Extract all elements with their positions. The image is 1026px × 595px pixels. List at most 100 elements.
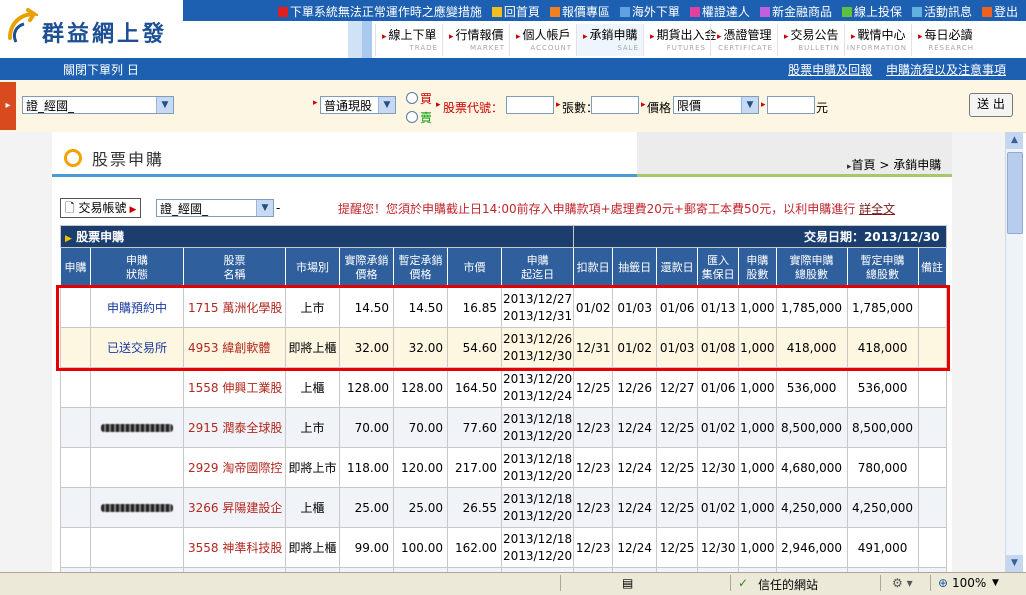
column-header-text: 申購 股數 xyxy=(746,253,769,281)
cell-draw: 12/26 xyxy=(612,367,658,408)
cell-tentative-text: 25.00 xyxy=(408,500,443,515)
top-link-8[interactable]: 登出 xyxy=(981,3,1018,20)
cell-deposit-text: 01/13 xyxy=(700,300,736,315)
status-sep xyxy=(730,575,731,591)
cell-note xyxy=(917,487,947,528)
nav-item-6[interactable]: 交易公告BULLETIN xyxy=(777,24,844,56)
cell-refund: 01/03 xyxy=(656,327,699,368)
cell-market: 上櫃 xyxy=(285,487,340,528)
shares-input[interactable] xyxy=(591,96,639,114)
status-sep xyxy=(930,575,931,591)
account-select[interactable]: 證_經國_ ▼ xyxy=(156,199,274,217)
subscription-report-link[interactable]: 股票申購及回報 xyxy=(788,63,872,77)
cell-total_actual-text: 4,680,000 xyxy=(780,460,843,475)
redacted-status xyxy=(101,503,173,512)
order-bar-toggle[interactable]: ▸ xyxy=(0,82,16,130)
account-button[interactable]: 🗋 交易帳號 ▶ xyxy=(60,198,142,218)
notice-full-link[interactable]: 詳全文 xyxy=(859,202,895,216)
nav-item-1[interactable]: 行情報價MARKET xyxy=(442,24,509,56)
cell-name-text[interactable]: 1715 萬洲化學股 xyxy=(188,301,282,315)
buy-radio[interactable] xyxy=(406,92,418,104)
cell-name-text[interactable]: 3558 神準科技股 xyxy=(188,541,282,555)
scroll-thumb[interactable] xyxy=(1007,152,1023,234)
top-link-label: 活動訊息 xyxy=(923,5,972,19)
cell-name-text[interactable]: 2929 淘帝國際控 xyxy=(188,461,282,475)
vertical-scrollbar[interactable]: ▲ ▼ xyxy=(1005,132,1023,572)
lock-icon[interactable]: ⚙ ▾ xyxy=(892,576,913,590)
cell-actual-text: 14.50 xyxy=(354,300,389,315)
column-header-text: 扣款日 xyxy=(576,260,610,274)
nav-sublabel: BULLETIN xyxy=(798,44,840,52)
cell-deduct: 12/23 xyxy=(573,407,614,448)
column-header: 匯入 集保日 xyxy=(697,247,740,288)
bullet-icon: ▸ xyxy=(313,98,318,108)
cell-name-text[interactable]: 4953 緯創軟體 xyxy=(188,341,270,355)
cell-price-text: 217.00 xyxy=(455,460,497,475)
top-link-2[interactable]: 報價專區 xyxy=(549,3,610,20)
scroll-down-icon[interactable]: ▼ xyxy=(1006,555,1023,572)
top-link-0[interactable]: 下單系統無法正常運作時之應變措施 xyxy=(277,3,482,20)
scroll-up-icon[interactable]: ▲ xyxy=(1006,132,1023,149)
cell-dates: 2013/12/18 2013/12/20 xyxy=(500,527,575,568)
top-link-3[interactable]: 海外下單 xyxy=(619,3,680,20)
stock-code-input[interactable] xyxy=(506,96,554,114)
cell-status: 申購預約中 xyxy=(90,287,184,328)
cell-start-date: 2013/12/20 xyxy=(503,371,573,386)
breadcrumb[interactable]: ▸首頁 > 承銷申購 xyxy=(847,156,941,173)
top-link-label: 登出 xyxy=(993,5,1018,19)
cell-name-text[interactable]: 1558 伸興工業股 xyxy=(188,381,282,395)
top-link-6[interactable]: 線上投保 xyxy=(841,3,902,20)
cell-deduct-text: 01/02 xyxy=(575,300,611,315)
top-link-4[interactable]: 權證達人 xyxy=(689,3,750,20)
zoom-level[interactable]: 100% xyxy=(952,576,986,590)
subscription-process-link[interactable]: 申購流程以及注意事項 xyxy=(886,63,1006,77)
cell-note xyxy=(917,447,947,488)
price-input[interactable] xyxy=(767,96,815,114)
price-type-select[interactable]: 限價 ▼ xyxy=(673,96,759,114)
top-link-label: 權證達人 xyxy=(701,5,750,19)
brand-logo[interactable]: 群益網上發 xyxy=(0,0,184,58)
top-link-5[interactable]: 新金融商品 xyxy=(759,3,832,20)
cell-market-text: 即將上櫃 xyxy=(288,341,337,355)
title-circle-icon xyxy=(64,149,82,167)
cell-deduct: 12/25 xyxy=(573,367,614,408)
cell-name-text[interactable]: 3266 昇陽建設企 xyxy=(188,501,282,515)
order-type-select[interactable]: 普通現股 ▼ xyxy=(320,96,396,114)
column-header-text: 申購 起迄日 xyxy=(521,253,555,281)
column-header-text: 實際申購 總股數 xyxy=(789,253,834,281)
order-type-value: 普通現股 xyxy=(324,99,373,113)
check-icon: ✓ xyxy=(738,576,749,590)
nav-item-4[interactable]: 期貨出入金FUTURES xyxy=(643,24,717,56)
zoom-menu-icon[interactable]: ▼ xyxy=(992,578,999,588)
nav-item-0[interactable]: 線上下單TRADE xyxy=(375,24,442,56)
cell-price: 54.60 xyxy=(447,327,502,368)
close-order-bar-link[interactable]: 關閉下單列 日 xyxy=(63,61,139,78)
nav-item-5[interactable]: 憑證管理CERTIFICATE xyxy=(710,24,777,56)
nav-item-3[interactable]: 承銷申購SALE xyxy=(576,24,643,56)
cell-start-date: 2013/12/26 xyxy=(503,331,573,346)
nav-item-8[interactable]: 每日必讀RESEARCH xyxy=(911,24,978,56)
top-link-1[interactable]: 回首頁 xyxy=(491,3,540,20)
nav-item-2[interactable]: 個人帳戶ACCOUNT xyxy=(509,24,576,56)
nav-item-7[interactable]: 戰情中心INFORMATION xyxy=(844,24,911,56)
cell-market: 上櫃 xyxy=(285,367,340,408)
strip-links: 股票申購及回報 申購流程以及注意事項 xyxy=(788,61,1016,78)
cell-name-text[interactable]: 2915 潤泰全球股 xyxy=(188,421,282,435)
sell-radio[interactable] xyxy=(406,111,418,123)
column-header-text: 還款日 xyxy=(660,260,694,274)
cell-dates: 2013/12/20 2013/12/24 xyxy=(500,367,575,408)
nav-items: 線上下單TRADE行情報價MARKET個人帳戶ACCOUNT承銷申購SALE期貨… xyxy=(375,24,978,56)
cell-dates: 2013/12/18 2013/12/20 xyxy=(500,447,575,488)
status-sep xyxy=(560,575,561,591)
nav-label: 線上下單 xyxy=(382,26,437,43)
order-account-select[interactable]: 證_經國_ ▼ xyxy=(22,96,174,114)
cell-total_tent: 780,000 xyxy=(846,447,919,488)
cell-refund-text: 01/03 xyxy=(659,340,695,355)
top-link-7[interactable]: 活動訊息 xyxy=(911,3,972,20)
send-order-button[interactable]: 送 出 xyxy=(969,93,1013,117)
cell-dates: 2013/12/27 2013/12/31 xyxy=(500,287,575,328)
arrow-right-icon: ▶ xyxy=(129,205,137,215)
cell-note xyxy=(917,527,947,568)
cell-deposit: 01/13 xyxy=(697,287,740,328)
cell-refund-text: 12/25 xyxy=(659,420,695,435)
